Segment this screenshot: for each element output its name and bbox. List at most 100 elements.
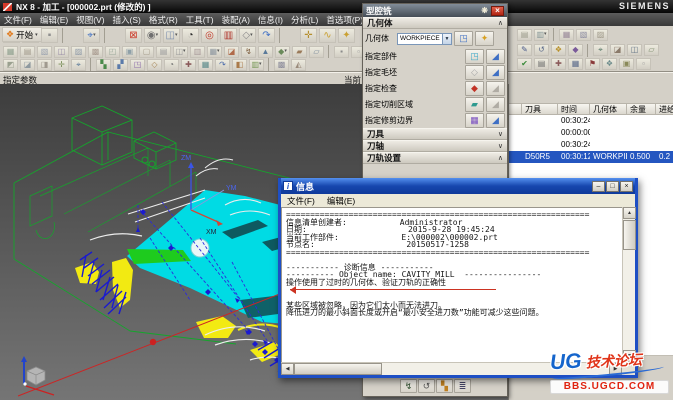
info-menu-item[interactable]: 编辑(E) [321,195,361,207]
curve-icon[interactable]: ∿ [319,28,336,43]
toolbar-separator[interactable] [328,45,330,58]
list-icon[interactable]: ≣ [454,379,471,393]
regenerate-icon[interactable]: ▦ [568,58,583,70]
nav-method-view-icon[interactable]: ▧ [576,29,591,41]
info-menu-item[interactable]: 文件(F) [281,195,321,207]
start-menu-button[interactable]: ❖ 开始 ▾ [2,27,42,42]
geometry-dialog-button[interactable]: ◆ [465,81,484,96]
datum-icon[interactable]: ✛ [300,28,317,43]
point-icon[interactable]: ✦ [338,28,355,43]
navigator-header[interactable]: 刀具 时间 几何体 余量 进给 [509,103,673,115]
csys-icon[interactable]: ⌖▾ [83,28,100,43]
delete-operation-icon[interactable]: ✚ [551,58,566,70]
section-tool-axis[interactable]: 刀轴 ∨ [363,140,507,152]
confirm-toolpath-icon[interactable]: ✔ [517,58,532,70]
select-object-button[interactable]: ◢ [486,49,505,64]
replay-toolpath-icon[interactable]: ↺ [418,379,435,393]
paste-icon[interactable]: ▥ [190,46,205,58]
snap-mid-icon[interactable]: ◨ [37,59,52,71]
geometry-dialog-button[interactable]: ◇ [465,65,484,80]
section-path-settings[interactable]: 刀轨设置 ∧ [363,152,507,164]
column-header-time[interactable]: 时间 [558,104,590,114]
post-process-icon[interactable]: ▰ [292,46,307,58]
material-icon[interactable]: ◧ [232,59,247,71]
nav-geometry-view-icon[interactable]: ▦ [559,29,574,41]
column-header[interactable] [509,104,522,114]
select-object-button[interactable]: ◢ [486,97,505,112]
scene-icon[interactable]: ▩ [274,59,289,71]
geometry-dropdown[interactable]: WORKPIECE ▼ [397,33,452,45]
render-icon[interactable]: ◭ [291,59,306,71]
view-section-icon[interactable]: ▞ [113,59,128,71]
copy-operation-icon[interactable]: ◫ [627,44,642,56]
csys-orient-icon[interactable]: ↷ [215,59,230,71]
toolbar-separator[interactable] [553,28,555,41]
flag-icon[interactable]: ⚑ [585,58,600,70]
section-tool[interactable]: 刀具 ∨ [363,128,507,140]
machine-sim-icon[interactable]: ◆▾ [275,46,290,58]
toolbar-separator[interactable] [104,28,121,43]
hole-making-icon[interactable]: ◫ [54,46,69,58]
new-geometry-button[interactable]: ◳ [454,31,473,46]
wireframe-view-icon[interactable]: ◫▾ [163,28,180,43]
column-header-geometry[interactable]: 几何体 [590,104,627,114]
edit-operation-icon[interactable]: ⌖ [593,44,608,56]
select-object-button[interactable]: ◢ [486,65,505,80]
create-program-icon[interactable]: ↺ [534,44,549,56]
snap-center-icon[interactable]: ✛ [54,59,69,71]
toolbar-separator[interactable] [268,58,270,71]
select-object-button[interactable]: ◢ [486,81,505,96]
paste-operation-icon[interactable]: ▱ [644,44,659,56]
geometry-dialog-button[interactable]: ◳ [465,49,484,64]
column-header-feed[interactable]: 进给 [656,104,673,114]
scrollbar-thumb[interactable] [294,363,382,375]
window-titlebar[interactable]: NX 8 - 加工 - [000002.prt (修改的) ] SIEMENS [0,0,673,13]
texture-icon[interactable]: ▥▾ [249,59,264,71]
snap-end-icon[interactable]: ◪ [20,59,35,71]
column-header-stock[interactable]: 余量 [627,104,656,114]
nav-row[interactable]: 00:30:24 [509,115,673,127]
cut-icon[interactable]: ▤ [156,46,171,58]
create-geometry-icon2[interactable]: ◆ [568,44,583,56]
delete-icon[interactable]: ▦▾ [207,46,222,58]
create-geometry-icon[interactable]: ▣ [122,46,137,58]
feature-icon[interactable]: ◰ [105,46,120,58]
menu-item[interactable]: 分析(L) [287,14,322,26]
pmi-icon[interactable]: ◳ [130,59,145,71]
drill-icon[interactable]: ▧ [37,46,52,58]
trimetric-view-icon[interactable]: ▥ [220,28,237,43]
front-view-icon[interactable]: ◎ [201,28,218,43]
copy-icon[interactable]: ◫▾ [173,46,188,58]
nav-columns-icon[interactable]: ▨ [593,29,608,41]
maximize-button[interactable]: □ [606,181,619,192]
select-object-button[interactable]: ◢ [486,113,505,128]
geometry-dialog-button[interactable]: ▰ [465,97,484,112]
generate-icon[interactable]: ↯ [241,46,256,58]
vertical-scrollbar[interactable]: ▲ ▼ [622,207,635,362]
turning-icon[interactable]: ▨ [71,46,86,58]
menu-item[interactable]: 工具(T) [182,14,218,26]
grid-icon[interactable]: ▦ [198,59,213,71]
move-object-icon[interactable]: ↷ [258,28,275,43]
dialog-titlebar[interactable]: 型腔铣 ❋ × [363,4,507,17]
show-tool-icon[interactable]: ◪ [224,46,239,58]
analysis-icon[interactable]: ◔ [164,59,179,71]
info-titlebar[interactable]: i 信息 – □ × [281,178,635,194]
info-content[interactable]: ========================================… [281,207,622,362]
snap-intersect-icon[interactable]: ⌖ [71,59,86,71]
rotate-view-icon[interactable]: ◔ [182,28,199,43]
minimize-button[interactable]: – [592,181,605,192]
menu-item[interactable]: 插入(S) [109,14,145,26]
find-object-icon[interactable]: ✎ [517,44,532,56]
nav-tool-view-icon[interactable]: ▥▾ [534,29,549,41]
menu-item[interactable]: 视图(V) [72,14,108,26]
edit-object-icon[interactable]: ▢ [139,46,154,58]
verify-toolpath-icon[interactable]: ▚ [436,379,453,393]
column-header-tool[interactable]: 刀具 [522,104,558,114]
snap-point-icon[interactable]: ◩ [3,59,18,71]
scrollbar-thumb[interactable] [623,220,636,250]
nav-row-selected[interactable]: D50R5 00:30:12 WORKPIECE 0.500 0.2 [509,151,673,163]
toolbar-separator[interactable] [587,44,589,57]
toolbar-separator[interactable] [62,28,79,43]
shop-doc-icon[interactable]: ▱ [309,46,324,58]
